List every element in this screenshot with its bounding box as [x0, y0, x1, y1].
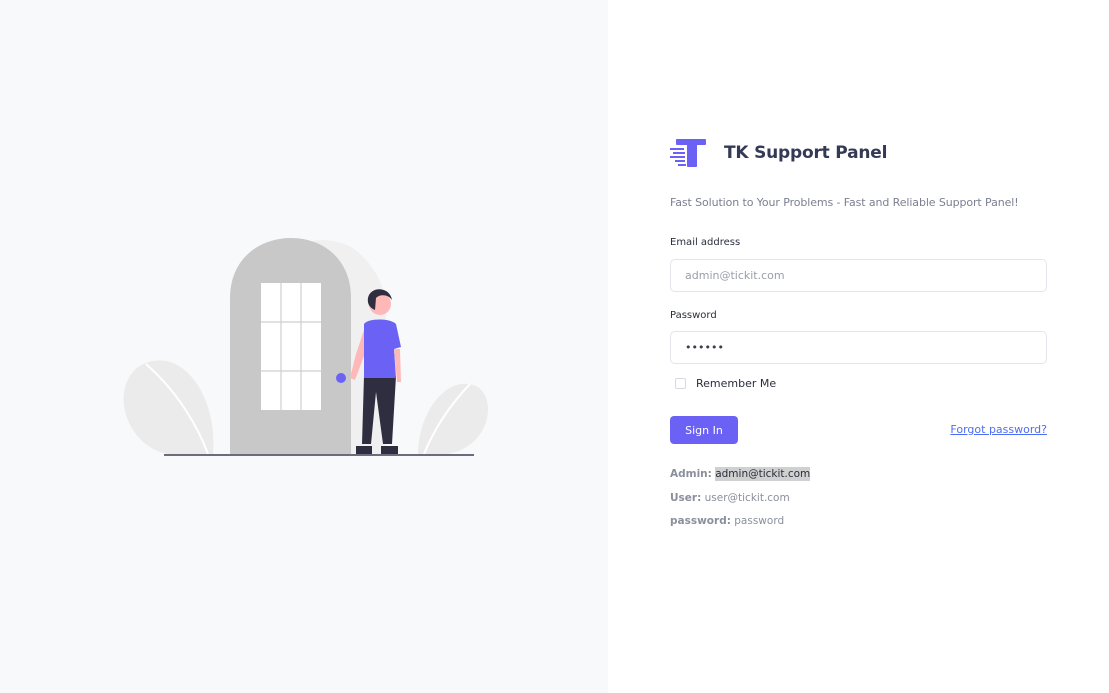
remember-me-checkbox[interactable]	[675, 378, 686, 389]
email-field[interactable]	[670, 259, 1047, 292]
admin-credential-label: Admin:	[670, 468, 712, 480]
user-credential: User: user@tickit.com	[670, 492, 790, 504]
email-label: Email address	[670, 237, 741, 248]
tagline: Fast Solution to Your Problems - Fast an…	[670, 196, 1019, 209]
login-page: TK Support Panel Fast Solution to Your P…	[0, 0, 1109, 693]
remember-me-row[interactable]: Remember Me	[675, 377, 776, 390]
password-credential-value: password	[734, 515, 785, 527]
brand-name: TK Support Panel	[724, 143, 888, 163]
password-field[interactable]	[670, 331, 1047, 364]
password-label: Password	[670, 310, 717, 321]
user-credential-label: User:	[670, 492, 702, 504]
forgot-password-link[interactable]: Forgot password?	[950, 423, 1047, 436]
remember-me-label: Remember Me	[696, 377, 777, 390]
tk-logo-icon	[670, 139, 706, 167]
admin-credential-value: admin@tickit.com	[715, 467, 811, 481]
password-credential-label: password:	[670, 515, 731, 527]
person-at-door-illustration	[123, 238, 488, 456]
brand-header: TK Support Panel	[670, 136, 887, 170]
sign-in-button[interactable]: Sign In	[670, 416, 738, 444]
admin-credential: Admin: admin@tickit.com	[670, 467, 811, 481]
user-credential-value: user@tickit.com	[704, 492, 790, 504]
login-form-panel: TK Support Panel Fast Solution to Your P…	[608, 0, 1109, 693]
illustration-panel	[0, 0, 608, 693]
password-credential: password: password	[670, 515, 784, 527]
